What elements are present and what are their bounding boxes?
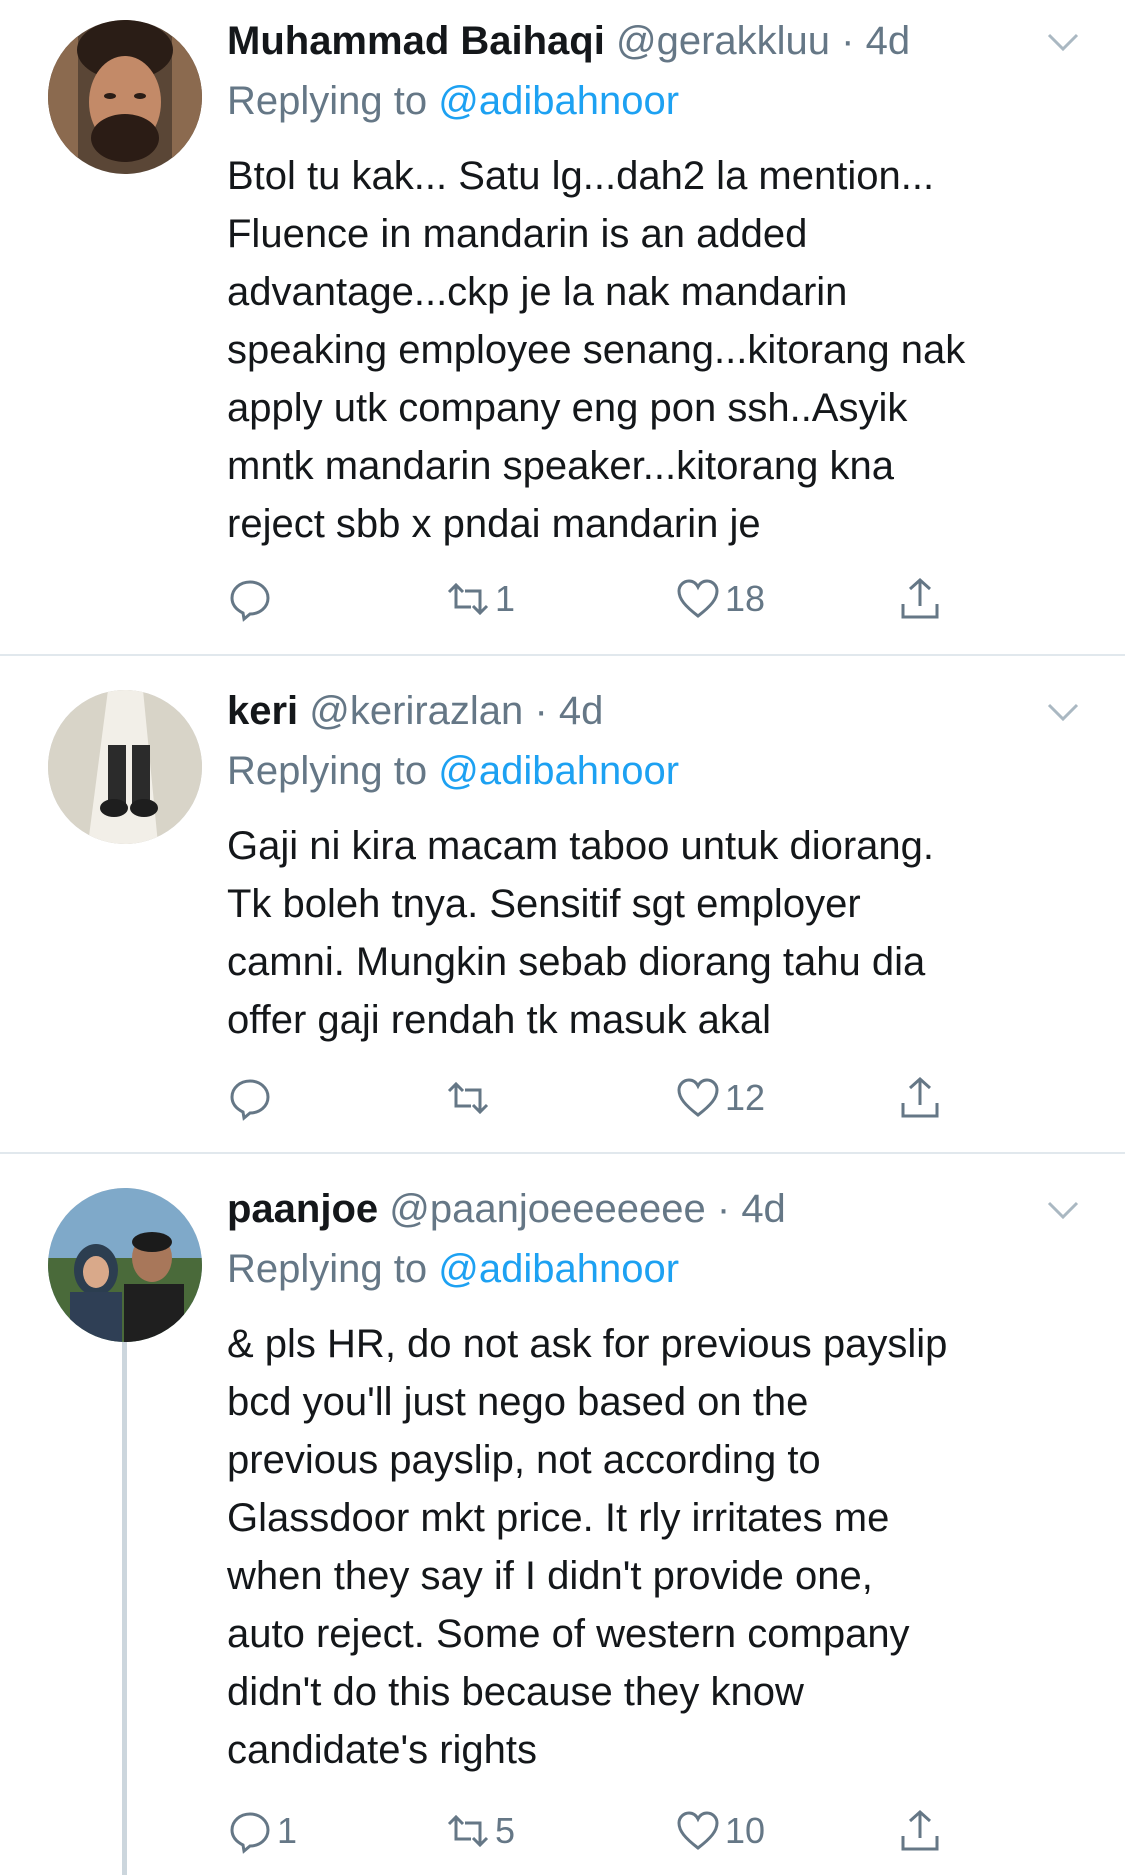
separator-dot: ·	[534, 689, 548, 733]
text-line: candidate's rights	[227, 1728, 538, 1772]
like-button[interactable]: 10	[675, 1806, 765, 1856]
heart-icon	[677, 1078, 719, 1117]
tweet-header: Muhammad Baihaqi @gerakkluu · 4d	[227, 17, 910, 65]
replying-to: Replying to @adibahnoor	[227, 747, 679, 795]
tweet-1[interactable]: Muhammad Baihaqi @gerakkluu · 4d Replyin…	[0, 0, 1125, 655]
share-icon	[901, 577, 939, 619]
display-name[interactable]: paanjoe	[227, 1187, 378, 1231]
avatar[interactable]	[48, 690, 202, 844]
retweet-count: 5	[495, 1810, 516, 1851]
share-button[interactable]	[897, 574, 943, 624]
replying-label: Replying to	[227, 1247, 428, 1291]
text-line: mntk mandarin speaker...kitorang kna	[227, 444, 895, 488]
mention-link[interactable]: @adibahnoor	[438, 1247, 679, 1291]
share-button[interactable]	[897, 1806, 943, 1856]
user-handle[interactable]: @gerakkluu	[616, 19, 830, 63]
replying-label: Replying to	[227, 79, 428, 123]
user-handle[interactable]: @kerirazlan	[309, 689, 523, 733]
user-handle[interactable]: @paanjoeeeeeee	[389, 1187, 705, 1231]
chevron-down-icon[interactable]	[1045, 1198, 1081, 1222]
text-line: Gaji ni kira macam taboo untuk diorang.	[227, 824, 935, 868]
avatar[interactable]	[48, 1188, 202, 1342]
text-line: Fluence in mandarin is an added	[227, 212, 808, 256]
reply-button[interactable]: 1	[227, 1806, 297, 1856]
reply-icon	[230, 1812, 270, 1854]
text-line: auto reject. Some of western company	[227, 1612, 910, 1656]
mention-link[interactable]: @adibahnoor	[438, 79, 679, 123]
retweet-icon	[447, 1814, 489, 1848]
tweet-text: & pls HR, do not ask for previous paysli…	[227, 1315, 1107, 1779]
like-count: 12	[725, 1077, 766, 1118]
timestamp[interactable]: 4d	[559, 689, 604, 733]
like-button[interactable]: 18	[675, 574, 765, 624]
tweet-2[interactable]: keri @kerirazlan · 4d Replying to @adiba…	[0, 656, 1125, 1154]
chevron-down-icon[interactable]	[1045, 30, 1081, 54]
tweet-text: Gaji ni kira macam taboo untuk diorang. …	[227, 817, 1107, 1049]
retweet-button[interactable]: 1	[445, 574, 515, 624]
action-bar: 1 18	[227, 574, 987, 624]
reply-icon	[230, 580, 270, 622]
replying-to: Replying to @adibahnoor	[227, 77, 679, 125]
action-bar: 12	[227, 1073, 987, 1123]
display-name[interactable]: Muhammad Baihaqi	[227, 19, 605, 63]
tweet-3[interactable]: paanjoe @paanjoeeeeeee · 4d Replying to …	[0, 1154, 1125, 1875]
avatar[interactable]	[48, 20, 202, 174]
text-line: Glassdoor mkt price. It rly irritates me	[227, 1496, 890, 1540]
action-bar: 1 5 10	[227, 1806, 987, 1856]
text-line: offer gaji rendah tk masuk akal	[227, 998, 772, 1042]
retweet-icon	[447, 582, 489, 616]
thread-line	[122, 1338, 127, 1875]
text-line: previous payslip, not according to	[227, 1438, 821, 1482]
heart-icon	[677, 579, 719, 618]
share-icon	[901, 1076, 939, 1118]
tweet-header: keri @kerirazlan · 4d	[227, 687, 603, 735]
separator-dot: ·	[716, 1187, 731, 1231]
reply-count: 1	[277, 1810, 298, 1851]
text-line: reject sbb x pndai mandarin je	[227, 502, 761, 546]
retweet-button[interactable]: 5	[445, 1806, 515, 1856]
display-name[interactable]: keri	[227, 689, 298, 733]
retweet-icon	[447, 1081, 489, 1115]
text-line: speaking employee senang...kitorang nak	[227, 328, 966, 372]
like-count: 10	[725, 1810, 766, 1851]
replying-to: Replying to @adibahnoor	[227, 1245, 679, 1293]
timestamp[interactable]: 4d	[866, 19, 911, 63]
separator-dot: ·	[841, 19, 855, 63]
reply-button[interactable]	[227, 1073, 277, 1123]
retweet-button[interactable]	[445, 1073, 495, 1123]
text-line: camni. Mungkin sebab diorang tahu dia	[227, 940, 926, 984]
like-count: 18	[725, 578, 766, 619]
text-line: Tk boleh tnya. Sensitif sgt employer	[227, 882, 861, 926]
text-line: when they say if I didn't provide one,	[227, 1554, 873, 1598]
chevron-down-icon[interactable]	[1045, 700, 1081, 724]
mention-link[interactable]: @adibahnoor	[438, 749, 679, 793]
reply-button[interactable]	[227, 574, 277, 624]
share-button[interactable]	[897, 1073, 943, 1123]
replying-label: Replying to	[227, 749, 428, 793]
text-line: & pls HR, do not ask for previous paysli…	[227, 1322, 948, 1366]
like-button[interactable]: 12	[675, 1073, 765, 1123]
timestamp[interactable]: 4d	[741, 1187, 786, 1231]
text-line: didn't do this because they know	[227, 1670, 804, 1714]
text-line: apply utk company eng pon ssh..Asyik	[227, 386, 908, 430]
reply-icon	[230, 1079, 270, 1121]
retweet-count: 1	[495, 578, 516, 619]
text-line: bcd you'll just nego based on the	[227, 1380, 809, 1424]
tweet-text: Btol tu kak... Satu lg...dah2 la mention…	[227, 147, 1107, 553]
share-icon	[901, 1809, 939, 1851]
tweet-header: paanjoe @paanjoeeeeeee · 4d	[227, 1185, 786, 1233]
text-line: advantage...ckp je la nak mandarin	[227, 270, 848, 314]
text-line: Btol tu kak... Satu lg...dah2 la mention…	[227, 154, 935, 198]
heart-icon	[677, 1811, 719, 1850]
